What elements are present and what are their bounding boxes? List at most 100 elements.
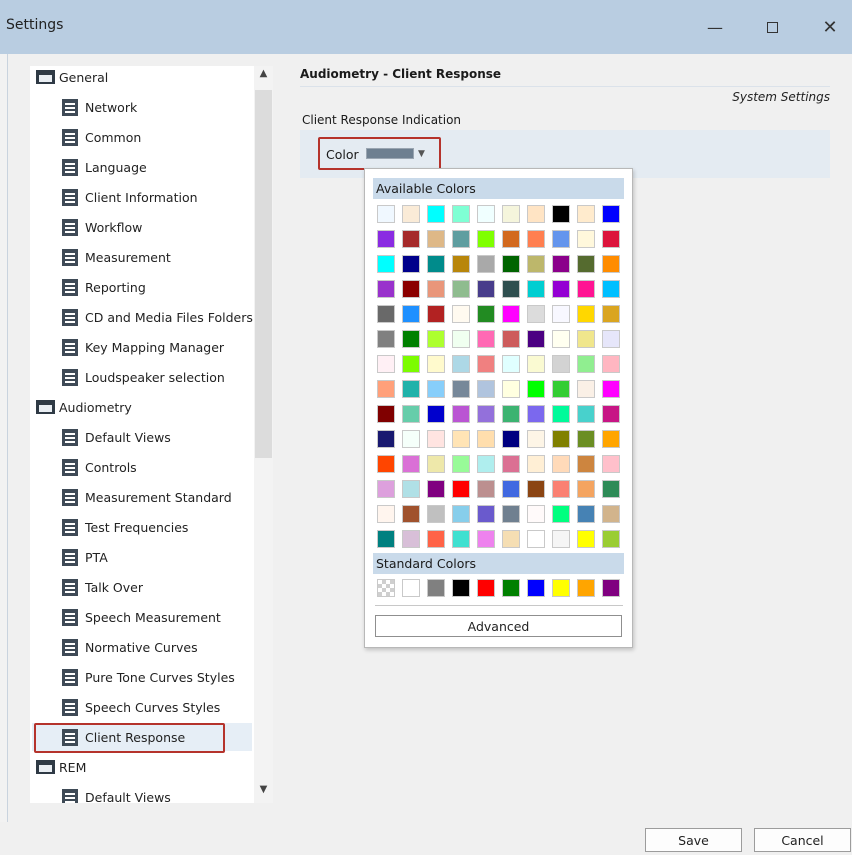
color-swatch[interactable] <box>377 505 395 523</box>
standard-color-swatch[interactable] <box>577 579 595 597</box>
tree-item[interactable]: Loudspeaker selection <box>62 365 225 389</box>
standard-color-swatch[interactable] <box>527 579 545 597</box>
color-swatch[interactable] <box>427 530 445 548</box>
color-swatch[interactable] <box>427 205 445 223</box>
tree-folder[interactable]: General <box>36 66 108 89</box>
color-swatch[interactable] <box>402 305 420 323</box>
color-swatch[interactable] <box>477 255 495 273</box>
color-swatch[interactable] <box>577 205 595 223</box>
color-swatch[interactable] <box>427 355 445 373</box>
color-swatch[interactable] <box>427 405 445 423</box>
standard-color-swatch[interactable] <box>502 579 520 597</box>
color-swatch[interactable] <box>477 355 495 373</box>
color-swatch[interactable] <box>502 255 520 273</box>
color-swatch[interactable] <box>477 480 495 498</box>
color-swatch[interactable] <box>477 380 495 398</box>
save-button[interactable]: Save <box>645 828 742 852</box>
color-swatch[interactable] <box>552 230 570 248</box>
color-swatch[interactable] <box>527 280 545 298</box>
color-swatch[interactable] <box>477 530 495 548</box>
color-swatch[interactable] <box>402 430 420 448</box>
color-swatch[interactable] <box>427 330 445 348</box>
color-swatch[interactable] <box>577 355 595 373</box>
color-swatch[interactable] <box>577 280 595 298</box>
color-swatch[interactable] <box>452 355 470 373</box>
tree-item[interactable]: Reporting <box>62 275 146 299</box>
color-swatch[interactable] <box>502 355 520 373</box>
color-swatch[interactable] <box>552 505 570 523</box>
color-swatch[interactable] <box>602 230 620 248</box>
color-swatch[interactable] <box>452 380 470 398</box>
color-swatch[interactable] <box>452 530 470 548</box>
color-swatch[interactable] <box>502 330 520 348</box>
color-swatch[interactable] <box>602 530 620 548</box>
tree-item[interactable]: Speech Measurement <box>62 605 221 629</box>
color-swatch[interactable] <box>377 405 395 423</box>
color-swatch[interactable] <box>552 530 570 548</box>
color-swatch[interactable] <box>502 505 520 523</box>
color-swatch[interactable] <box>377 205 395 223</box>
color-swatch[interactable] <box>552 280 570 298</box>
color-swatch[interactable] <box>452 205 470 223</box>
color-swatch[interactable] <box>577 530 595 548</box>
color-swatch[interactable] <box>402 230 420 248</box>
color-swatch[interactable] <box>477 230 495 248</box>
color-swatch[interactable] <box>452 230 470 248</box>
scroll-up-icon[interactable]: ▲ <box>254 68 273 84</box>
color-swatch[interactable] <box>577 480 595 498</box>
color-swatch[interactable] <box>577 255 595 273</box>
minimize-button[interactable]: — <box>700 13 730 41</box>
color-swatch[interactable] <box>577 330 595 348</box>
color-swatch[interactable] <box>602 380 620 398</box>
color-swatch[interactable] <box>502 205 520 223</box>
color-swatch[interactable] <box>577 405 595 423</box>
color-swatch[interactable] <box>602 205 620 223</box>
color-swatch[interactable] <box>477 205 495 223</box>
color-swatch[interactable] <box>377 280 395 298</box>
color-swatch[interactable] <box>527 230 545 248</box>
color-swatch[interactable] <box>402 280 420 298</box>
color-swatch[interactable] <box>427 255 445 273</box>
color-swatch[interactable] <box>577 380 595 398</box>
tree-item[interactable]: Test Frequencies <box>62 515 188 539</box>
color-swatch[interactable] <box>452 480 470 498</box>
color-swatch[interactable] <box>552 455 570 473</box>
color-swatch[interactable] <box>377 480 395 498</box>
color-swatch[interactable] <box>377 305 395 323</box>
color-swatch[interactable] <box>527 330 545 348</box>
color-swatch[interactable] <box>452 305 470 323</box>
color-swatch[interactable] <box>552 380 570 398</box>
color-swatch[interactable] <box>377 430 395 448</box>
color-swatch[interactable] <box>527 505 545 523</box>
color-swatch[interactable] <box>402 455 420 473</box>
tree-item[interactable]: Normative Curves <box>62 635 198 659</box>
color-swatch[interactable] <box>477 430 495 448</box>
color-swatch[interactable] <box>502 280 520 298</box>
color-swatch[interactable] <box>402 355 420 373</box>
color-swatch[interactable] <box>502 230 520 248</box>
color-swatch[interactable] <box>577 430 595 448</box>
color-swatch[interactable] <box>527 205 545 223</box>
transparent-swatch[interactable] <box>377 579 395 597</box>
color-swatch[interactable] <box>502 380 520 398</box>
color-swatch[interactable] <box>602 455 620 473</box>
color-swatch[interactable] <box>427 455 445 473</box>
color-swatch[interactable] <box>477 455 495 473</box>
tree-item[interactable]: Controls <box>62 455 137 479</box>
color-swatch[interactable] <box>427 380 445 398</box>
color-swatch[interactable] <box>377 255 395 273</box>
color-swatch[interactable] <box>377 455 395 473</box>
color-swatch[interactable] <box>602 405 620 423</box>
standard-color-swatch[interactable] <box>477 579 495 597</box>
tree-item[interactable]: Default Views <box>62 785 171 803</box>
color-swatch[interactable] <box>602 330 620 348</box>
color-swatch[interactable] <box>452 505 470 523</box>
tree-folder[interactable]: Audiometry <box>36 395 132 419</box>
color-swatch[interactable] <box>377 380 395 398</box>
color-swatch[interactable] <box>552 330 570 348</box>
tree-item[interactable]: Common <box>62 125 141 149</box>
color-swatch[interactable] <box>552 405 570 423</box>
color-swatch[interactable] <box>427 505 445 523</box>
cancel-button[interactable]: Cancel <box>754 828 851 852</box>
color-swatch[interactable] <box>527 530 545 548</box>
